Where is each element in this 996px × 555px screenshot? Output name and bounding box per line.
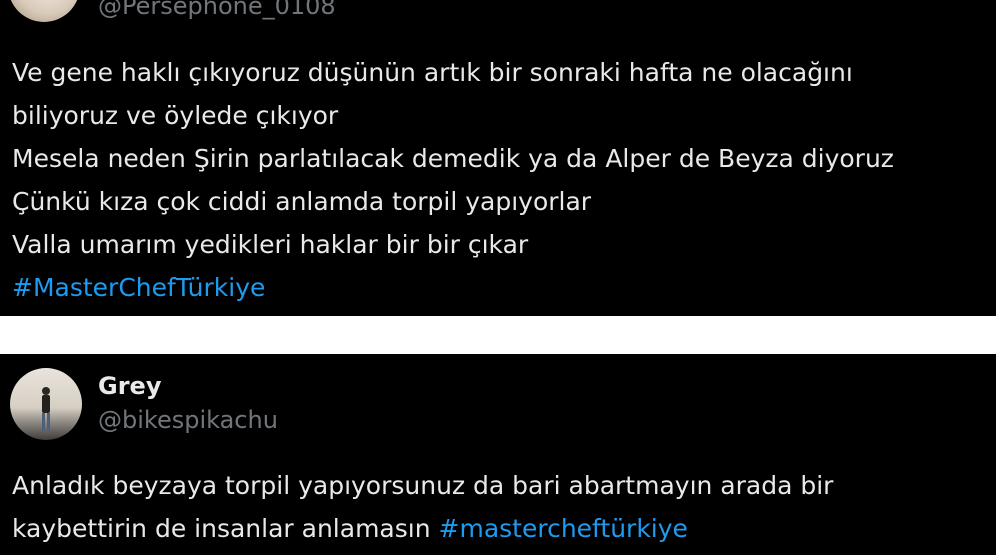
tweet-text-line: Çünkü kıza çok ciddi anlamda torpil yapı… bbox=[12, 187, 592, 216]
tweet-text-line: Anladık beyzaya torpil yapıyorsunuz da b… bbox=[12, 471, 834, 500]
tweet-text-line: Mesela neden Şirin parlatılacak demedik … bbox=[12, 144, 894, 173]
tweet-text-line: kaybettirin de insanlar anlamasın #maste… bbox=[12, 507, 833, 550]
hashtag-link[interactable]: #mastercheftürkiye bbox=[439, 514, 688, 543]
tweet-text: Ve gene haklı çıkıyoruz düşünün artık bi… bbox=[12, 51, 894, 309]
user-avatar[interactable] bbox=[10, 368, 82, 440]
user-handle[interactable]: @bikespikachu bbox=[98, 406, 278, 434]
tweet-text-fragment: kaybettirin de insanlar anlamasın bbox=[12, 514, 431, 543]
tweet-card[interactable]: Grey @bikespikachu Anladık beyzaya torpi… bbox=[0, 354, 996, 555]
tweet-text-line: Ve gene haklı çıkıyoruz düşünün artık bi… bbox=[12, 58, 853, 87]
user-handle[interactable]: @Persephone_0108 bbox=[98, 0, 336, 20]
hashtag-link[interactable]: #MasterChefTürkiye bbox=[12, 266, 894, 309]
person-silhouette-icon bbox=[42, 387, 50, 431]
user-avatar[interactable] bbox=[8, 0, 80, 22]
tweet-text: Anladık beyzaya torpil yapıyorsunuz da b… bbox=[12, 464, 833, 550]
user-display-name[interactable]: Grey bbox=[98, 372, 161, 400]
tweet-text-line: Valla umarım yedikleri haklar bir bir çı… bbox=[12, 230, 529, 259]
tweet-text-line: biliyoruz ve öylede çıkıyor bbox=[12, 101, 339, 130]
tweet-card[interactable]: @Persephone_0108 Ve gene haklı çıkıyoruz… bbox=[0, 0, 996, 316]
